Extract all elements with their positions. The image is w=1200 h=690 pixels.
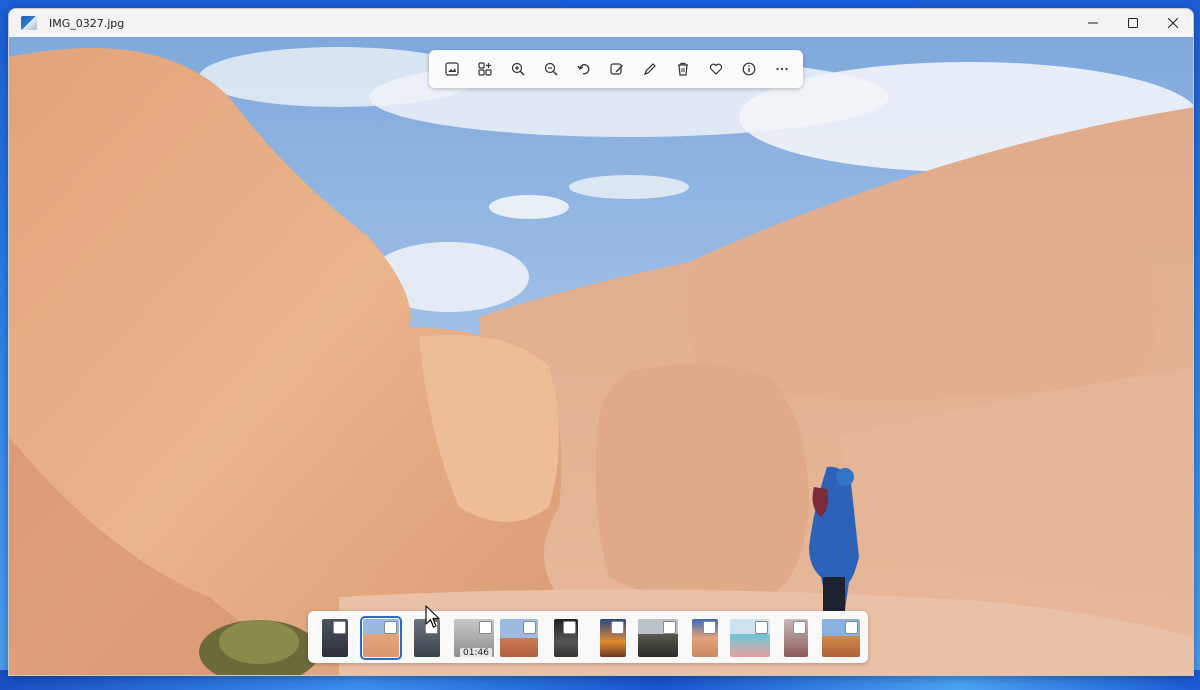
video-thumbnail[interactable]: 01:46 bbox=[454, 619, 494, 657]
window-controls bbox=[1073, 9, 1193, 37]
image-toolbar bbox=[429, 50, 803, 88]
image-frame-icon bbox=[444, 62, 459, 76]
maximize-button[interactable] bbox=[1113, 9, 1153, 37]
rotate-icon bbox=[576, 64, 589, 75]
add-to-album-button[interactable] bbox=[468, 54, 501, 84]
close-icon bbox=[1168, 18, 1178, 28]
mouse-cursor-icon bbox=[425, 605, 440, 628]
see-more-button[interactable] bbox=[765, 54, 798, 84]
minimize-icon bbox=[1088, 22, 1098, 24]
select-checkbox[interactable] bbox=[845, 621, 858, 634]
file-info-button[interactable] bbox=[732, 54, 765, 84]
minimize-button[interactable] bbox=[1073, 9, 1113, 37]
photo-image bbox=[9, 37, 1193, 675]
thumbnail[interactable] bbox=[638, 619, 678, 657]
thumbnail-selected[interactable] bbox=[360, 616, 402, 660]
rotate-button[interactable] bbox=[567, 54, 600, 84]
more-horizontal-icon bbox=[775, 67, 788, 71]
thumbnail[interactable] bbox=[600, 619, 626, 657]
thumbnail[interactable] bbox=[554, 619, 578, 657]
video-duration: 01:46 bbox=[460, 648, 492, 657]
window-title: IMG_0327.jpg bbox=[49, 16, 125, 30]
zoom-in-button[interactable] bbox=[501, 54, 534, 84]
thumbnail[interactable] bbox=[692, 619, 718, 657]
delete-button[interactable] bbox=[666, 54, 699, 84]
thumbnail[interactable] bbox=[822, 619, 860, 657]
zoom-in-icon bbox=[511, 62, 524, 76]
maximize-icon bbox=[1128, 18, 1138, 28]
select-checkbox[interactable] bbox=[611, 621, 624, 634]
favorite-button[interactable] bbox=[699, 54, 732, 84]
edit-image-icon bbox=[609, 63, 623, 75]
filmstrip: 01:46 bbox=[308, 611, 868, 663]
thumbnail[interactable] bbox=[784, 619, 808, 657]
select-checkbox[interactable] bbox=[523, 621, 536, 634]
select-checkbox[interactable] bbox=[755, 621, 768, 634]
select-checkbox[interactable] bbox=[479, 621, 492, 634]
image-viewer[interactable]: 01:46 bbox=[9, 37, 1193, 675]
select-checkbox[interactable] bbox=[663, 621, 676, 634]
select-checkbox[interactable] bbox=[563, 621, 576, 634]
title-bar[interactable]: IMG_0327.jpg bbox=[9, 9, 1193, 37]
zoom-out-icon bbox=[544, 62, 557, 76]
select-checkbox[interactable] bbox=[703, 621, 716, 634]
select-checkbox[interactable] bbox=[333, 621, 346, 634]
draw-button[interactable] bbox=[633, 54, 666, 84]
photos-window: IMG_0327.jpg 01:46 bbox=[8, 8, 1194, 676]
zoom-out-button[interactable] bbox=[534, 54, 567, 84]
collection-add-icon bbox=[477, 62, 492, 76]
thumbnail[interactable] bbox=[322, 619, 348, 657]
trash-icon bbox=[677, 62, 688, 76]
edit-image-button[interactable] bbox=[600, 54, 633, 84]
thumbnail[interactable] bbox=[730, 619, 770, 657]
heart-icon bbox=[709, 63, 722, 75]
close-button[interactable] bbox=[1153, 9, 1193, 37]
view-actual-size-button[interactable] bbox=[435, 54, 468, 84]
select-checkbox[interactable] bbox=[384, 621, 397, 634]
photos-app-icon bbox=[21, 16, 37, 30]
select-checkbox[interactable] bbox=[793, 621, 806, 634]
thumbnail[interactable] bbox=[500, 619, 538, 657]
pencil-icon bbox=[643, 63, 656, 75]
info-icon bbox=[742, 62, 755, 76]
